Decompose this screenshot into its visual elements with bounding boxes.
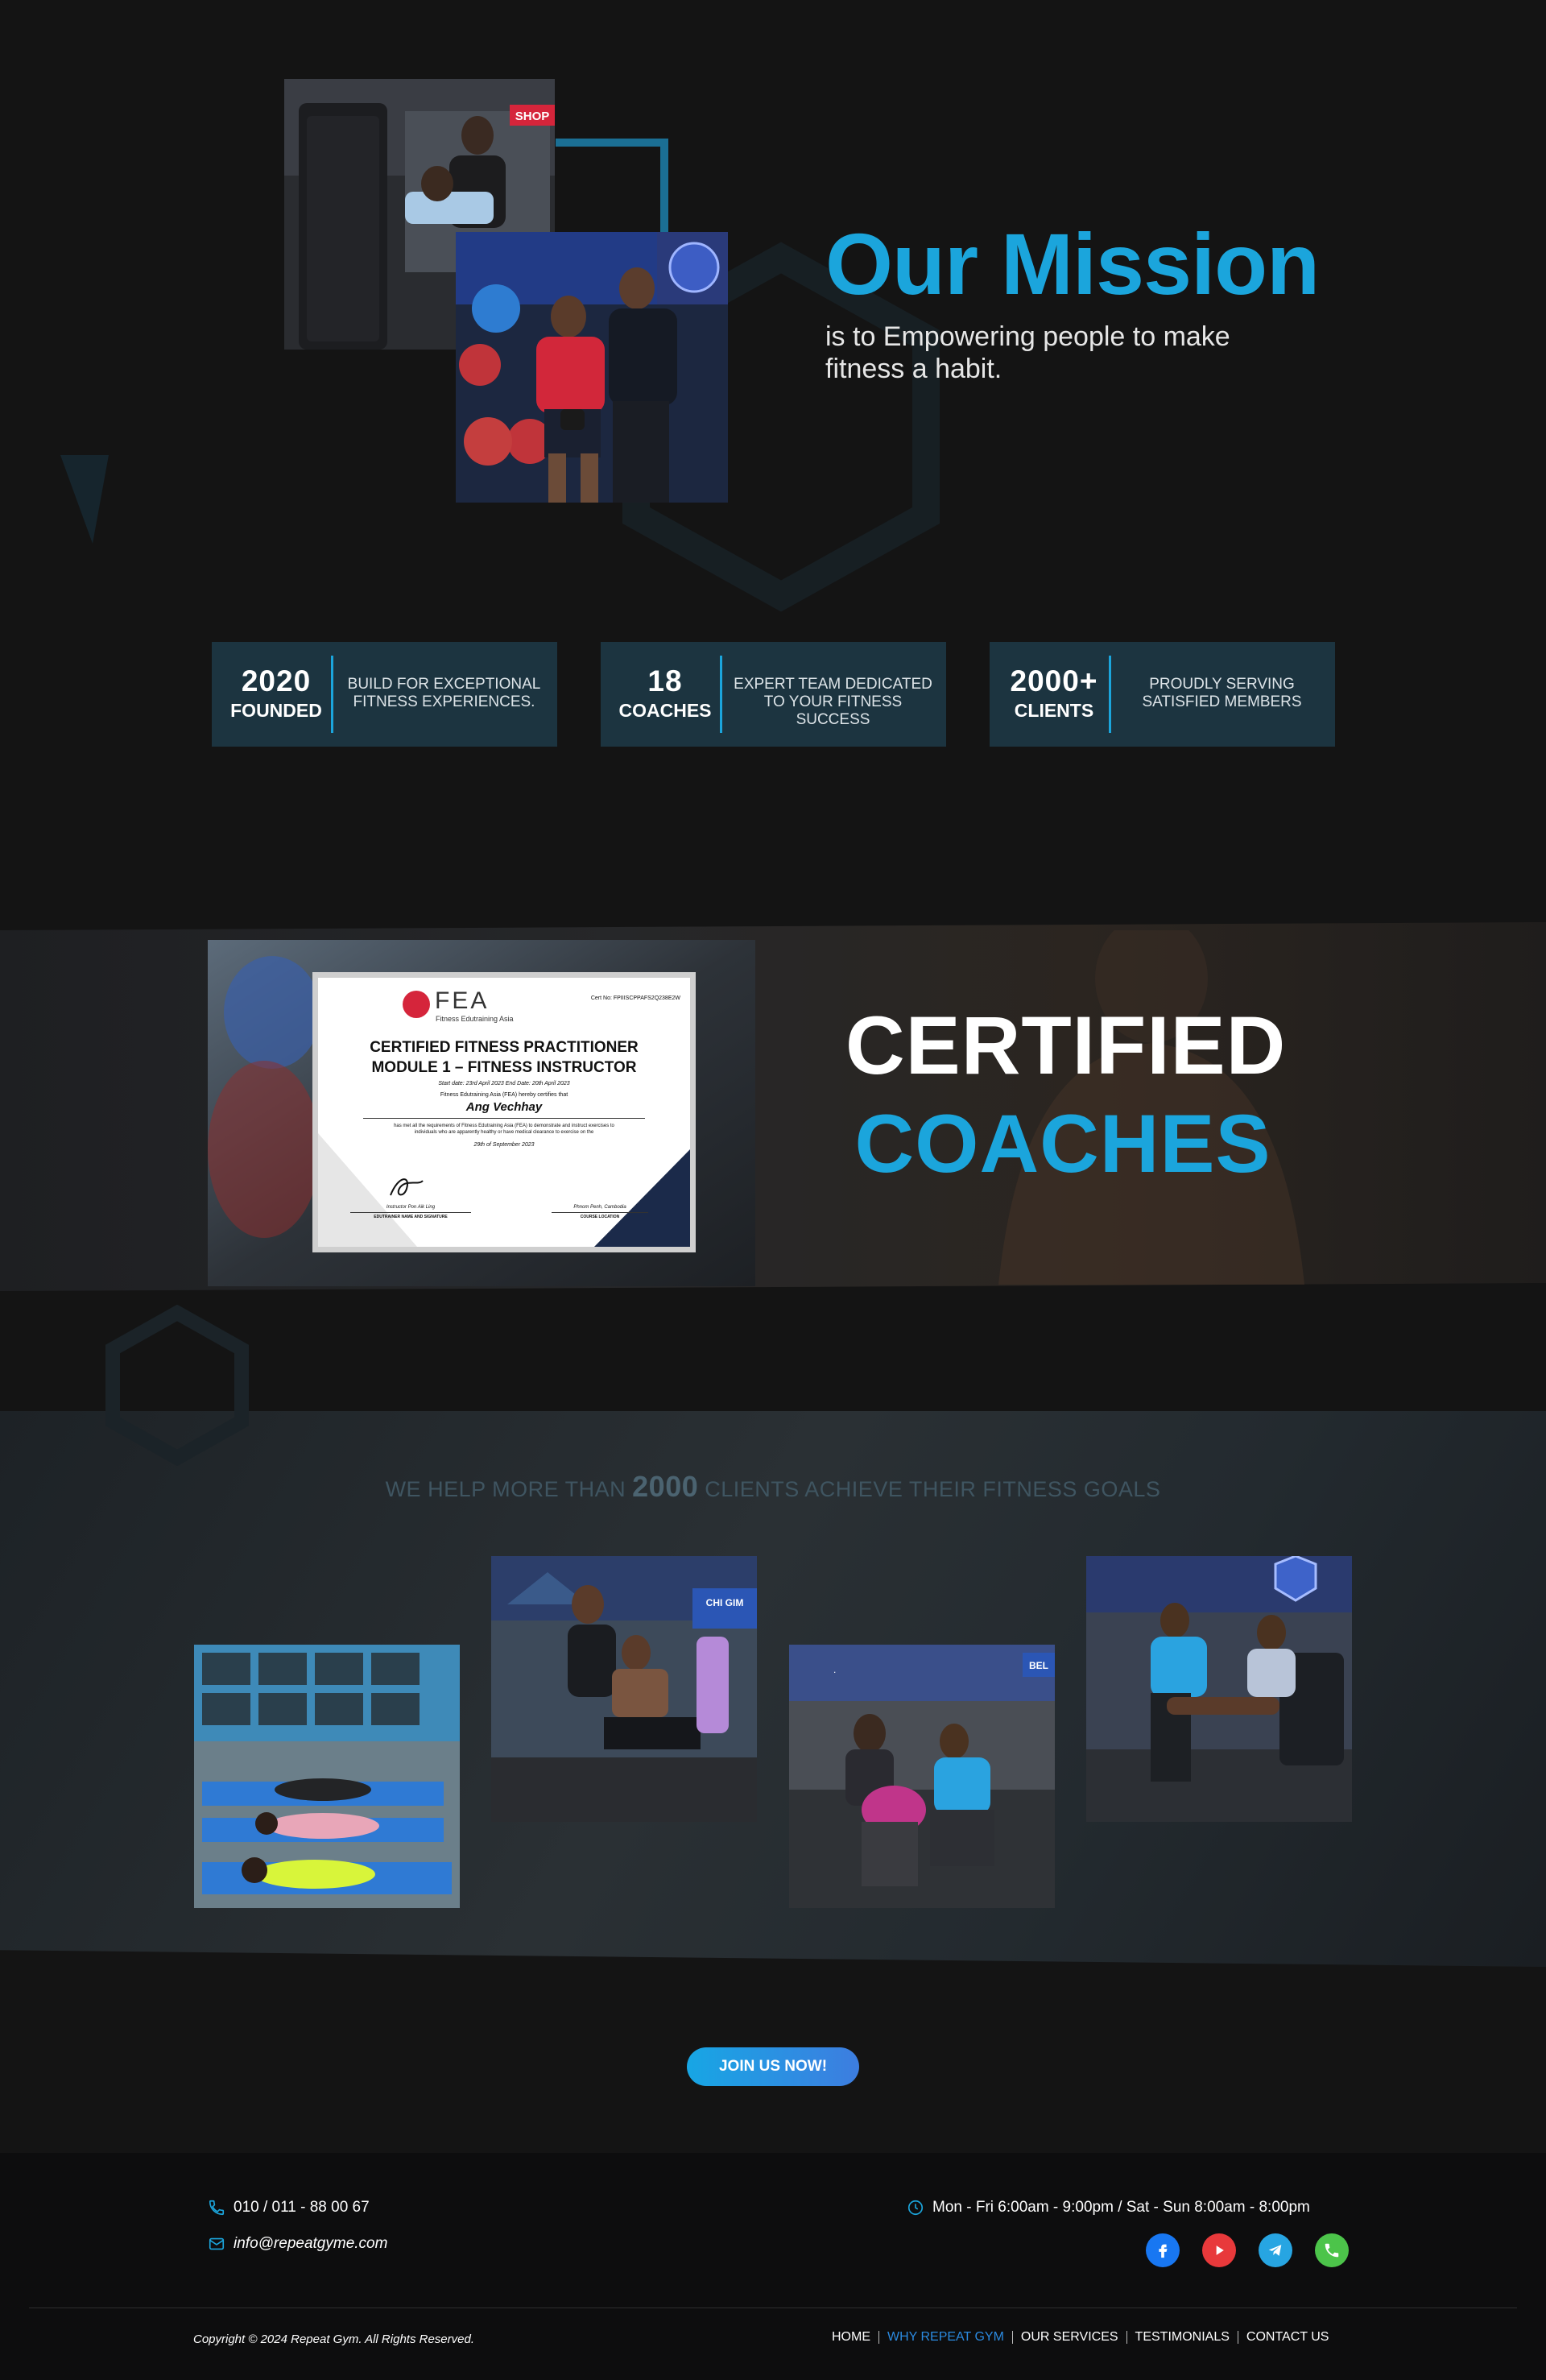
footer-hours: Mon - Fri 6:00am - 9:00pm / Sat - Sun 8:… [907,2199,1310,2217]
stat-divider [331,656,333,733]
stat-description: Build for exceptional fitness experience… [347,676,541,710]
mission-subtitle: is to Empowering people to make fitness … [825,321,1230,384]
nav-contact-us[interactable]: CONTACT US [1237,2331,1337,2344]
cert-org-sub: Fitness Edutraining Asia [436,1015,514,1023]
telegram-icon[interactable] [1259,2233,1292,2267]
mail-icon [209,2237,225,2250]
footer-email[interactable]: info@repeatgyme.com [208,2235,387,2253]
shop-sign-text: SHOP [515,110,550,123]
footer-nav: HOME WHY REPEAT GYM OUR SERVICES TESTIMO… [825,2331,1337,2344]
cert-left-sign-label: EDUTRAINER NAME AND SIGNATURE [350,1212,471,1219]
mission-title: Our Mission [825,215,1320,313]
cert-right-sign-name: Phnom Penh, Cambodia [573,1205,626,1210]
certified-title: CERTIFIED [845,1000,1287,1091]
copyright: Copyright © 2024 Repeat Gym. All Rights … [193,2332,474,2346]
cert-title-line1: CERTIFIED FITNESS PRACTITIONER [370,1039,639,1056]
coaches-title: COACHES [854,1098,1271,1190]
cert-certifies: Fitness Edutraining Asia (FEA) hereby ce… [440,1092,568,1098]
clients-suffix: CLIENTS ACHIEVE THEIR FITNESS GOALS [705,1477,1161,1501]
join-us-button[interactable]: JOIN US NOW! [687,2047,859,2086]
cert-number: Cert No: FPIIISCPPAFS2Q238E2W [590,995,680,1001]
certificate: FEA Fitness Edutraining Asia Cert No: FP… [318,978,690,1247]
footer-phone[interactable]: 010 / 011 - 88 00 67 [208,2199,370,2217]
nav-home[interactable]: HOME [825,2331,878,2344]
certificate-photo: FEA Fitness Edutraining Asia Cert No: FP… [208,940,755,1286]
phone-icon [209,2200,225,2216]
client-photo-4 [1086,1556,1352,1822]
svg-text:.: . [833,1664,836,1675]
phone-number: 010 / 011 - 88 00 67 [234,2199,370,2216]
facebook-icon[interactable] [1146,2233,1180,2267]
email-address: info@repeatgyme.com [234,2235,388,2252]
mission-photo-2 [456,232,728,503]
stat-number: 2020 [241,664,312,697]
gym-sign-text-2: BEL [1029,1660,1048,1671]
clients-headline: WE HELP MORE THAN 2000 CLIENTS ACHIEVE T… [0,1470,1546,1504]
cert-title-line2: MODULE 1 – FITNESS INSTRUCTOR [371,1059,637,1076]
stat-divider [1109,656,1111,733]
client-photo-3: . BEL [789,1645,1055,1908]
nav-why-repeat-gym[interactable]: WHY REPEAT GYM [878,2331,1012,2344]
photo-frame-accent [556,139,668,235]
stat-label: COACHES [618,700,712,721]
stat-description: Expert team dedicated to your fitness su… [734,676,932,728]
gym-sign-text: CHI GIM [706,1597,744,1608]
stat-description: Proudly serving satisfied members [1142,676,1302,710]
stat-label: CLIENTS [1014,700,1094,721]
nav-testimonials[interactable]: TESTIMONIALS [1126,2331,1238,2344]
fea-logo-icon [403,991,430,1018]
social-links [1146,2233,1349,2267]
stat-number: 2000+ [1010,664,1098,697]
cert-left-sign-name: Instructor Pon Aik Ling [386,1205,436,1210]
cert-date: 29th of September 2023 [473,1142,535,1148]
stat-founded: 2020 FOUNDED Build for exceptional fitne… [212,642,557,747]
stat-divider [720,656,722,733]
phone-icon[interactable] [1315,2233,1349,2267]
stat-clients: 2000+ CLIENTS Proudly serving satisfied … [990,642,1335,747]
stat-label: FOUNDED [230,700,322,721]
cert-body: has met all the requirements of Fitness … [394,1124,614,1135]
triangle-decoration [60,455,109,544]
stat-number: 18 [647,664,683,697]
hexagon-decoration-small [105,1305,249,1466]
nav-our-services[interactable]: OUR SERVICES [1011,2331,1126,2344]
cert-right-sign-label: COURSE LOCATION [552,1212,648,1219]
cert-name-line [363,1118,645,1119]
cert-name: Ang Vechhay [465,1100,543,1114]
clients-number: 2000 [632,1470,699,1503]
signature-icon [390,1178,424,1196]
cert-org: FEA [435,987,490,1014]
clock-icon [907,2200,924,2216]
client-photo-2: CHI GIM [491,1556,757,1822]
client-photo-1 [194,1645,460,1908]
stat-coaches: 18 COACHES Expert team dedicated to your… [601,642,946,747]
opening-hours: Mon - Fri 6:00am - 9:00pm / Sat - Sun 8:… [932,2199,1310,2216]
clients-prefix: WE HELP MORE THAN [385,1477,626,1501]
youtube-icon[interactable] [1202,2233,1236,2267]
cert-dates: Start date: 23rd April 2023 End Date: 20… [438,1081,570,1087]
